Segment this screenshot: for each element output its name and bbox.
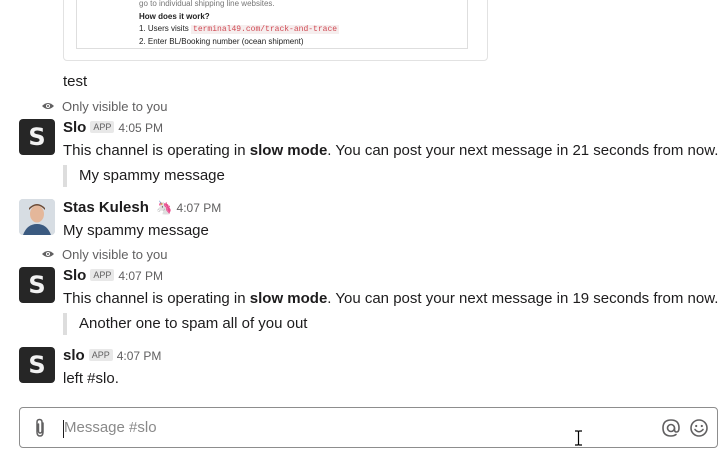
message-text: left #slo. (63, 370, 119, 387)
author-name[interactable]: Stas Kulesh (63, 199, 149, 216)
paperclip-icon[interactable] (32, 418, 48, 442)
timestamp[interactable]: 4:05 PM (118, 121, 163, 135)
avatar[interactable]: S (19, 267, 55, 303)
timestamp[interactable]: 4:07 PM (117, 349, 162, 363)
message-input[interactable]: Message #slo (64, 419, 157, 436)
message-header: slo APP 4:07 PM (63, 347, 161, 365)
ephemeral-notice: Only visible to you (41, 247, 168, 262)
message-text: This channel is operating in slow mode. … (63, 142, 719, 159)
eye-icon (41, 247, 55, 262)
author-name[interactable]: slo (63, 347, 85, 364)
avatar[interactable]: S (19, 347, 55, 383)
app-badge: APP (90, 269, 115, 281)
message-header: Stas Kulesh 🦄 4:07 PM (63, 199, 221, 217)
link-preview-card: go to individual shipping line websites.… (63, 0, 488, 61)
at-icon[interactable] (661, 418, 681, 442)
preview-line: go to individual shipping line websites. (139, 0, 275, 8)
quoted-message: My spammy message (63, 165, 225, 187)
quoted-message: Another one to spam all of you out (63, 313, 307, 335)
message-text: test (63, 73, 88, 90)
avatar[interactable] (19, 199, 55, 235)
unicorn-emoji-icon: 🦄 (156, 200, 173, 215)
app-badge: APP (90, 121, 115, 133)
avatar[interactable]: S (19, 119, 55, 155)
eye-icon (41, 99, 55, 114)
message-header: Slo APP 4:07 PM (63, 267, 163, 285)
preview-step-2: 2. Enter BL/Booking number (ocean shipme… (139, 37, 304, 46)
smiley-icon[interactable] (689, 418, 709, 442)
author-name[interactable]: Slo (63, 119, 86, 136)
timestamp[interactable]: 4:07 PM (177, 201, 222, 215)
message-composer[interactable]: Message #slo (19, 407, 718, 448)
preview-heading: How does it work? (139, 12, 210, 21)
preview-step-1: 1. Users visits terminal49.com/track-and… (139, 24, 340, 34)
preview-image: go to individual shipping line websites.… (76, 0, 468, 49)
message-header: Slo APP 4:05 PM (63, 119, 163, 137)
mouse-cursor-icon (574, 430, 583, 451)
message-text: This channel is operating in slow mode. … (63, 290, 719, 307)
ephemeral-notice: Only visible to you (41, 99, 168, 114)
message-text: My spammy message (63, 222, 209, 239)
app-badge: APP (88, 349, 113, 361)
author-name[interactable]: Slo (63, 267, 86, 284)
timestamp[interactable]: 4:07 PM (118, 269, 163, 283)
